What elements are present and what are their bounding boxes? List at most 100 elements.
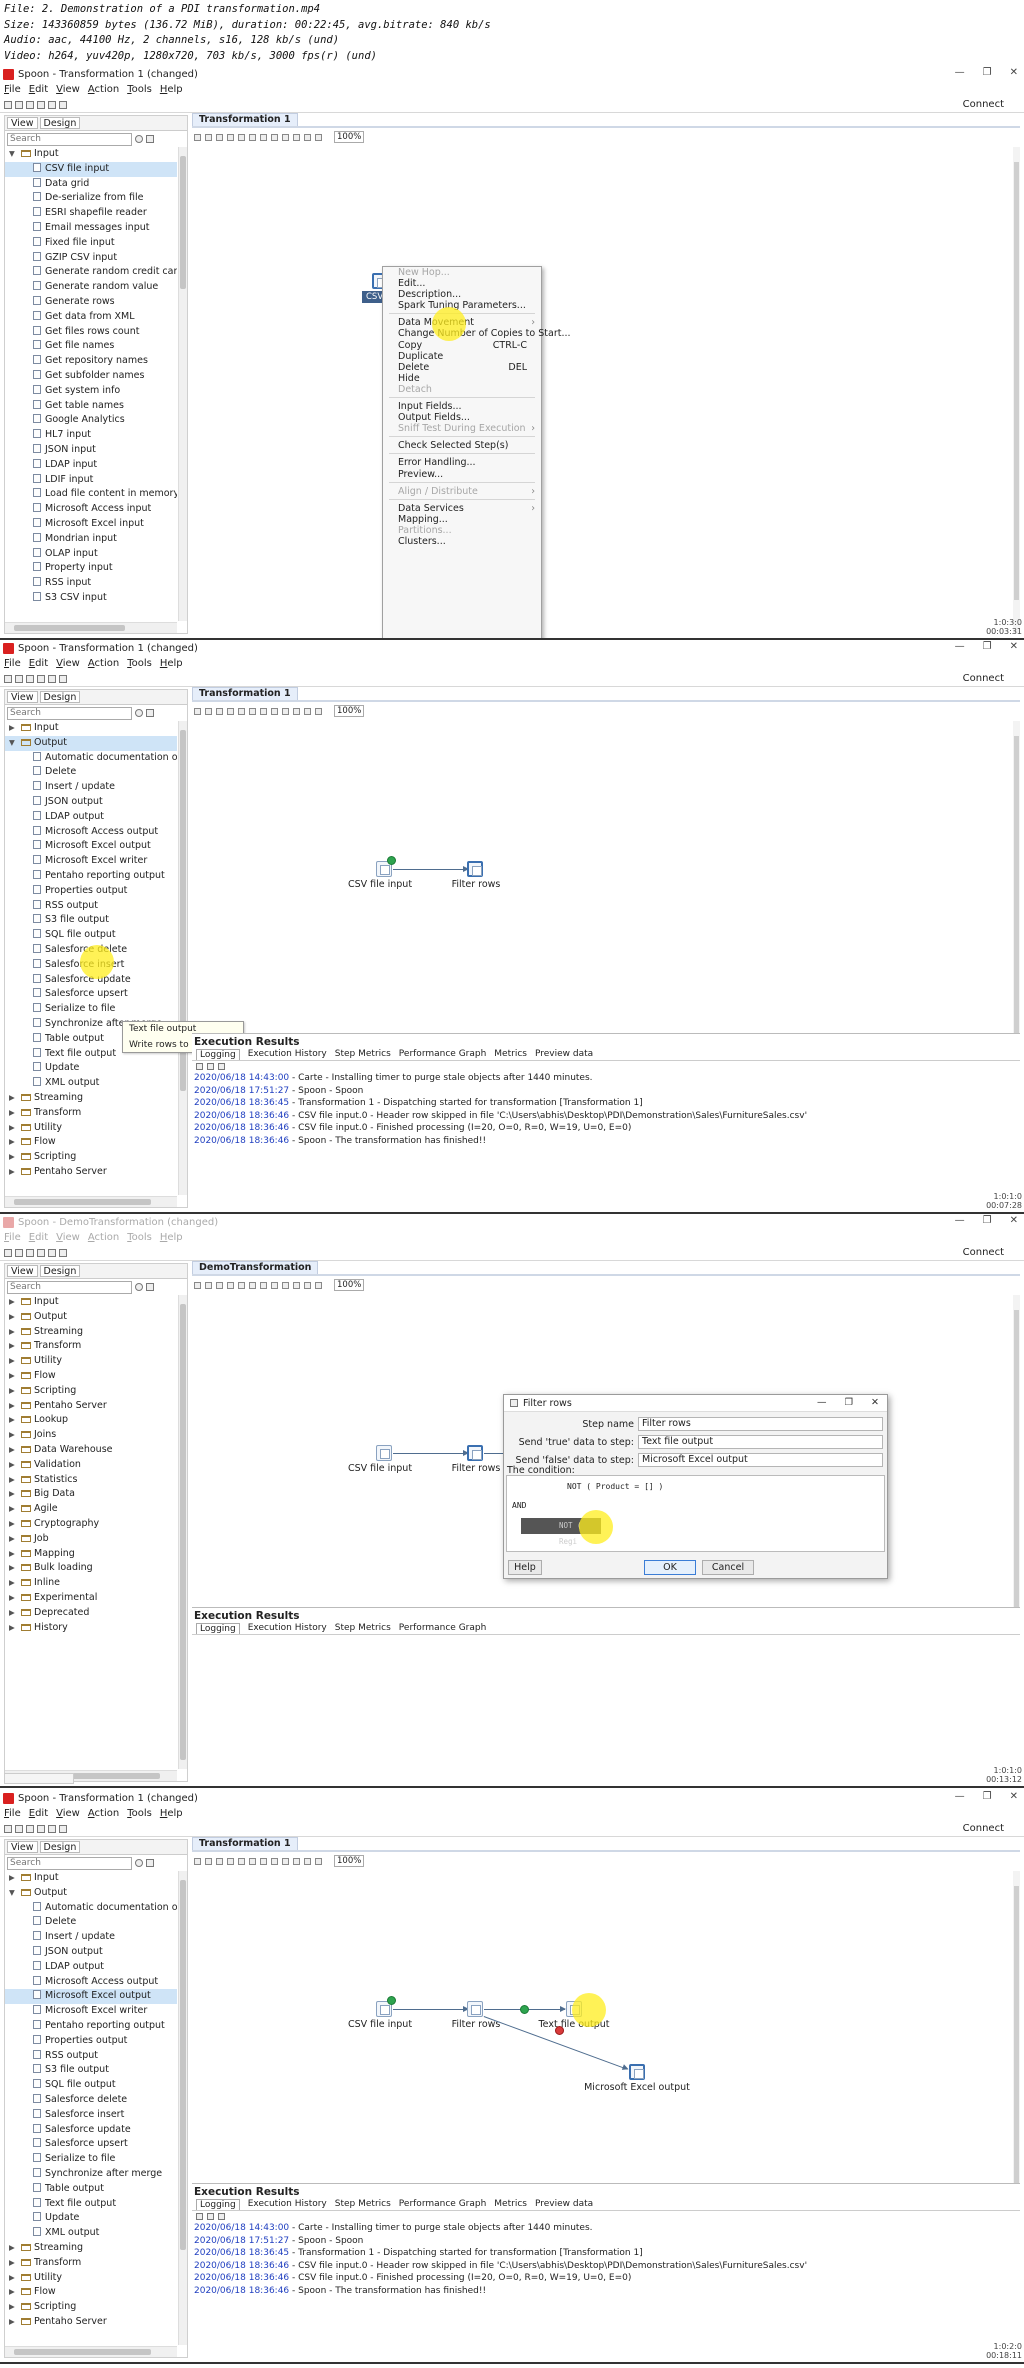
new-file-icon[interactable] — [4, 100, 12, 109]
tree-step[interactable]: Get table names — [5, 399, 177, 414]
chevron-right-icon[interactable]: ▶ — [9, 721, 15, 736]
show-results-icon[interactable] — [304, 707, 311, 715]
menu-file[interactable]: File — [4, 1232, 21, 1243]
menu-help[interactable]: Help — [160, 84, 183, 95]
tree-hscrollbar[interactable] — [5, 1196, 177, 1207]
tree-step[interactable]: ESRI shapefile reader — [5, 206, 177, 221]
context-menu-item[interactable]: Duplicate — [383, 351, 541, 362]
tree-step[interactable]: Microsoft Excel output — [5, 839, 177, 854]
condition-operator[interactable]: AND — [512, 1501, 526, 1510]
chevron-right-icon[interactable]: ▶ — [9, 1384, 15, 1399]
step-node[interactable] — [467, 861, 483, 877]
hop-arrow[interactable] — [393, 2006, 469, 2012]
align-icon[interactable] — [315, 707, 322, 715]
chevron-right-icon[interactable]: ▶ — [9, 1547, 15, 1562]
tree-folder[interactable]: ▶ Flow — [5, 1135, 177, 1150]
stop-icon[interactable] — [216, 1281, 223, 1289]
clear-log-icon[interactable] — [196, 2213, 203, 2220]
chevron-right-icon[interactable]: ▶ — [9, 1325, 15, 1340]
tree-step[interactable]: Get file names — [5, 339, 177, 354]
connect-button[interactable]: Connect — [963, 1823, 1004, 1834]
menu-tools[interactable]: Tools — [127, 1232, 152, 1243]
tab-transformation[interactable]: Transformation 1 — [192, 1837, 298, 1850]
transformation-canvas[interactable]: CSV fileNew Hop...Edit...Description...S… — [192, 147, 1012, 638]
menu-edit[interactable]: Edit — [29, 1232, 48, 1243]
layers-icon[interactable] — [59, 1248, 67, 1257]
tree-step[interactable]: Generate random credit card — [5, 265, 177, 280]
tree-step[interactable]: CSV file input — [5, 161, 177, 177]
delete-icon[interactable] — [207, 1063, 214, 1070]
chevron-down-icon[interactable]: ▼ — [9, 1886, 15, 1901]
tree-step[interactable]: Get data from XML — [5, 310, 177, 325]
open-file-icon[interactable] — [15, 100, 23, 109]
step-node[interactable] — [467, 1445, 483, 1461]
menu-edit[interactable]: Edit — [29, 1808, 48, 1819]
menu-action[interactable]: Action — [88, 84, 119, 95]
tree-step[interactable]: RSS output — [5, 899, 177, 914]
tree-step[interactable]: Insert / update — [5, 780, 177, 795]
tree-folder[interactable]: ▶ Big Data — [5, 1487, 177, 1502]
tree-folder[interactable]: ▶ Streaming — [5, 2241, 177, 2256]
context-menu-item[interactable]: Error Handling... — [383, 457, 541, 468]
tree-folder[interactable]: ▶ Utility — [5, 1121, 177, 1136]
clear-search-icon[interactable] — [135, 1283, 143, 1291]
zoom-select[interactable]: 100% — [334, 1855, 365, 1867]
tree-step[interactable]: LDAP output — [5, 1960, 177, 1975]
tree-folder[interactable]: ▶ Scripting — [5, 2300, 177, 2315]
tree-step[interactable]: Generate random value — [5, 280, 177, 295]
results-tab[interactable]: Logging — [196, 1622, 240, 1634]
tree-hscrollbar[interactable] — [5, 622, 177, 633]
tree-step[interactable]: Salesforce upsert — [5, 2137, 177, 2152]
tree-folder[interactable]: ▶ Flow — [5, 2285, 177, 2300]
chevron-right-icon[interactable]: ▶ — [9, 1591, 15, 1606]
tree-folder[interactable]: ▶ Transform — [5, 1339, 177, 1354]
close-button[interactable]: ✕ — [1010, 1791, 1018, 1802]
results-tab[interactable]: Step Metrics — [335, 2199, 391, 2209]
condition-line[interactable]: NOT ( Product = [] ) — [567, 1482, 663, 1491]
scroll-thumb[interactable] — [13, 2349, 152, 2355]
show-results-icon[interactable] — [304, 1857, 311, 1865]
clear-log-icon[interactable] — [196, 1063, 203, 1070]
menu-view[interactable]: View — [56, 1232, 80, 1243]
context-menu-item[interactable]: Delete DEL — [383, 362, 541, 373]
new-file-icon[interactable] — [4, 674, 12, 683]
tree-step[interactable]: Get files rows count — [5, 325, 177, 340]
context-menu-item[interactable]: Description... — [383, 289, 541, 300]
save-icon[interactable] — [26, 1248, 34, 1257]
show-results-icon[interactable] — [304, 133, 311, 141]
tab-design[interactable]: Design — [39, 1841, 81, 1853]
tree-folder[interactable]: ▶ Joins — [5, 1428, 177, 1443]
replay-icon[interactable] — [249, 1281, 256, 1289]
menu-view[interactable]: View — [56, 84, 80, 95]
chevron-right-icon[interactable]: ▶ — [9, 1487, 15, 1502]
open-file-icon[interactable] — [15, 674, 23, 683]
condition-editor[interactable]: NOT ( Product = [] ) AND NOT ( Regi — [506, 1475, 885, 1552]
minimize-button[interactable]: — — [955, 1215, 965, 1226]
tree-folder[interactable]: ▶ Pentaho Server — [5, 1399, 177, 1414]
tab-design[interactable]: Design — [39, 117, 81, 129]
hop-arrow[interactable] — [393, 866, 469, 872]
tree-step[interactable]: Google Analytics — [5, 413, 177, 428]
layers-icon[interactable] — [59, 100, 67, 109]
explore-icon[interactable] — [293, 1281, 300, 1289]
results-tab[interactable]: Logging — [196, 2198, 240, 2210]
chevron-right-icon[interactable]: ▶ — [9, 1150, 15, 1165]
tree-step[interactable]: Salesforce upsert — [5, 987, 177, 1002]
minimize-button[interactable]: — — [817, 1397, 827, 1408]
tree-folder[interactable]: ▶ Utility — [5, 1354, 177, 1369]
save-as-icon[interactable] — [37, 674, 45, 683]
tree-step[interactable]: GZIP CSV input — [5, 251, 177, 266]
tree-folder[interactable]: ▶ Utility — [5, 2271, 177, 2286]
sql-icon[interactable] — [282, 1281, 289, 1289]
tab-design[interactable]: Design — [39, 1265, 81, 1277]
scroll-thumb[interactable] — [180, 156, 186, 290]
print-icon[interactable] — [48, 1824, 56, 1833]
tree-step[interactable]: RSS output — [5, 2049, 177, 2064]
close-button[interactable]: ✕ — [1010, 641, 1018, 652]
tree-folder[interactable]: ▶ Deprecated — [5, 1606, 177, 1621]
print-icon[interactable] — [48, 1248, 56, 1257]
impact-icon[interactable] — [271, 1857, 278, 1865]
new-file-icon[interactable] — [4, 1248, 12, 1257]
chevron-right-icon[interactable]: ▶ — [9, 1458, 15, 1473]
chevron-right-icon[interactable]: ▶ — [9, 1369, 15, 1384]
